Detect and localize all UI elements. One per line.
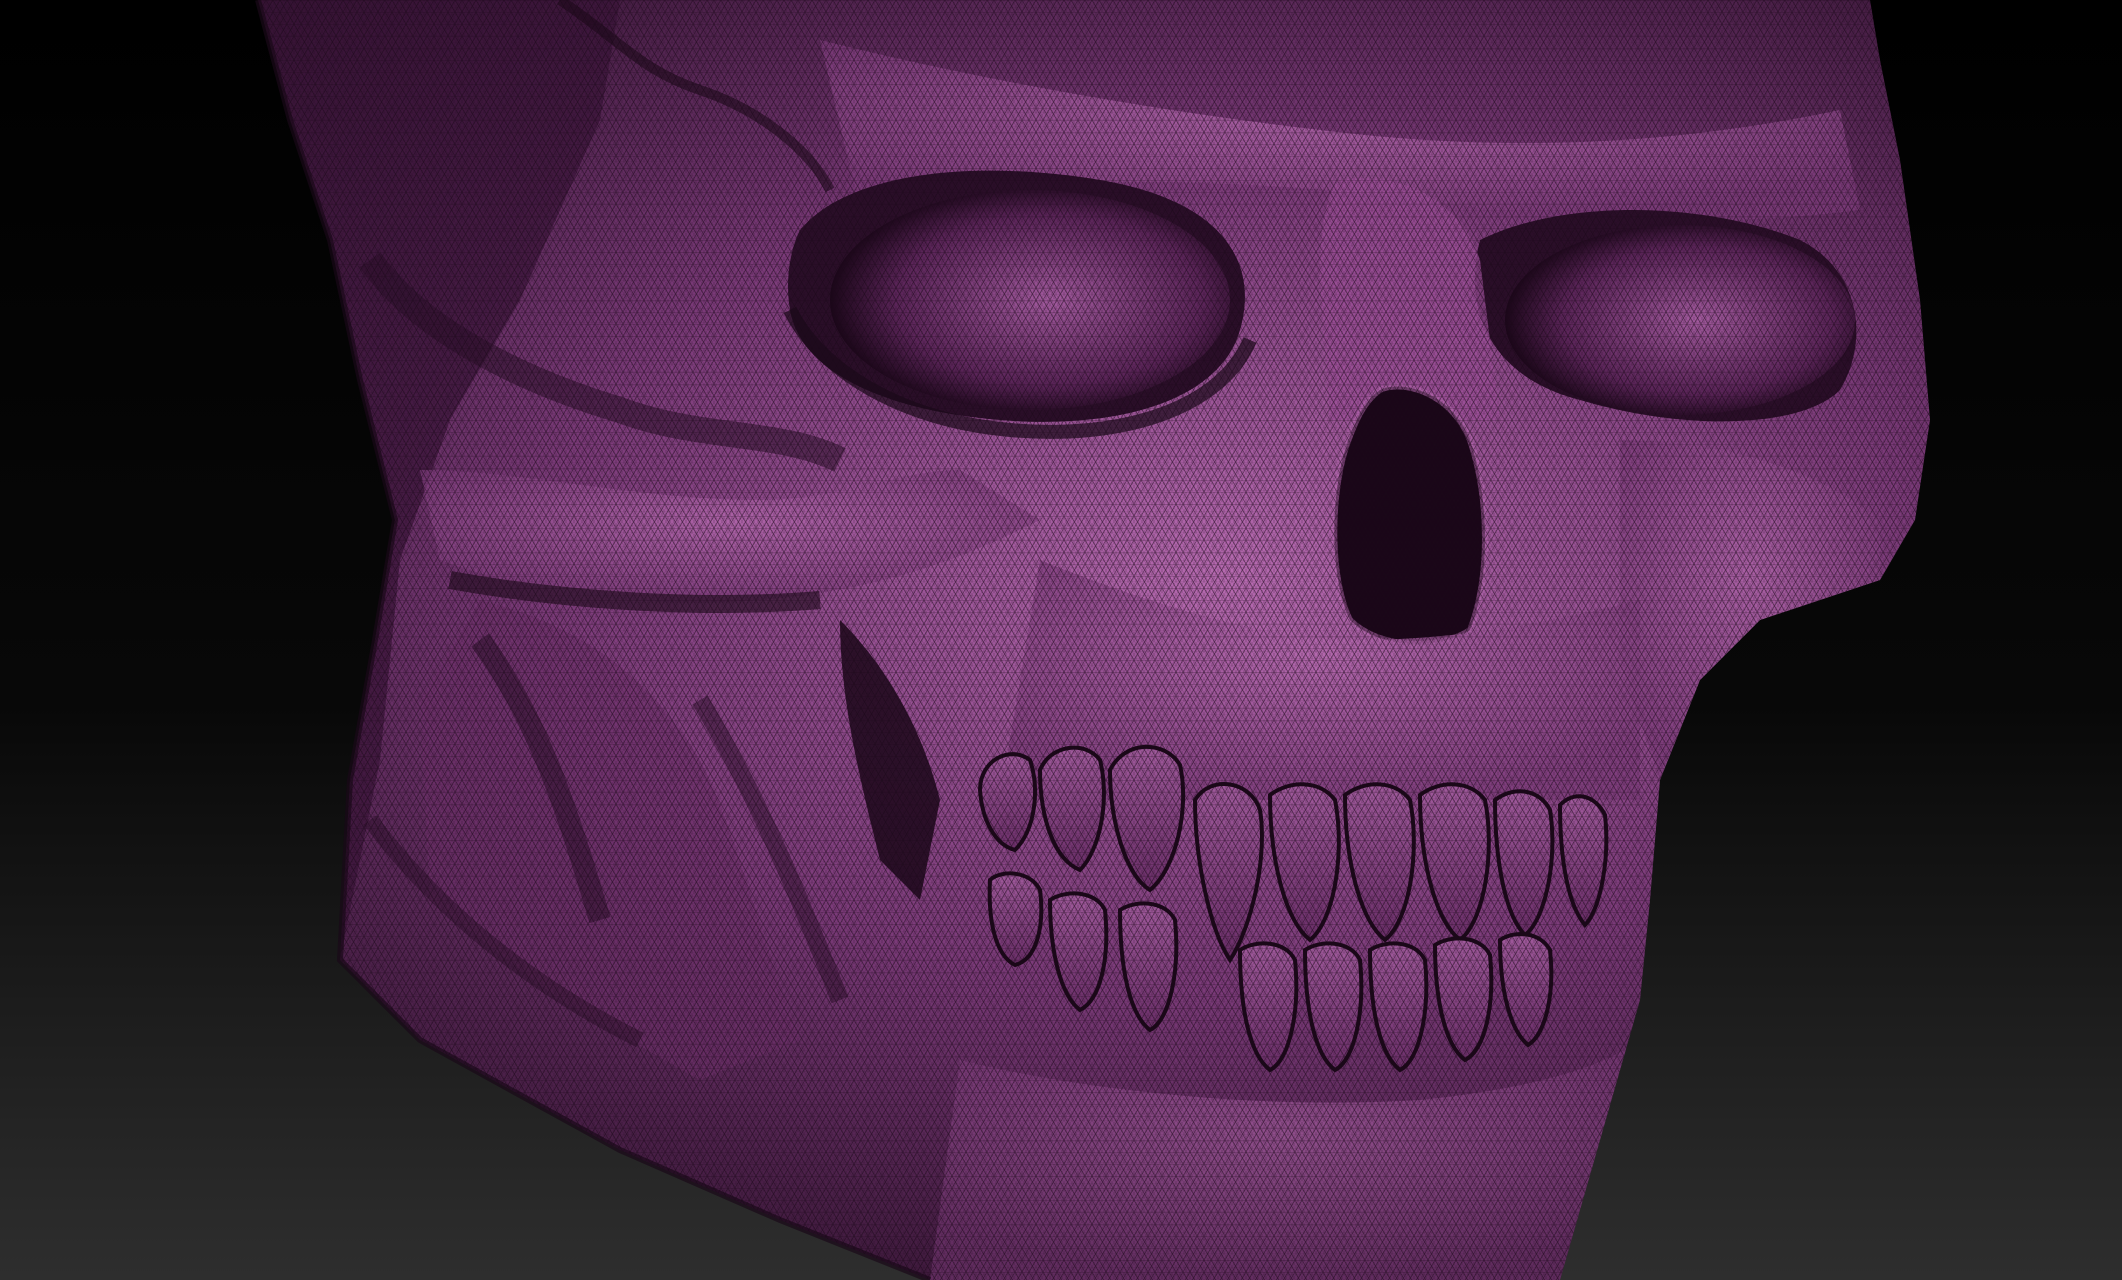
viewport-canvas[interactable] [0,0,2122,1280]
sculpt-viewport[interactable] [0,0,2122,1280]
